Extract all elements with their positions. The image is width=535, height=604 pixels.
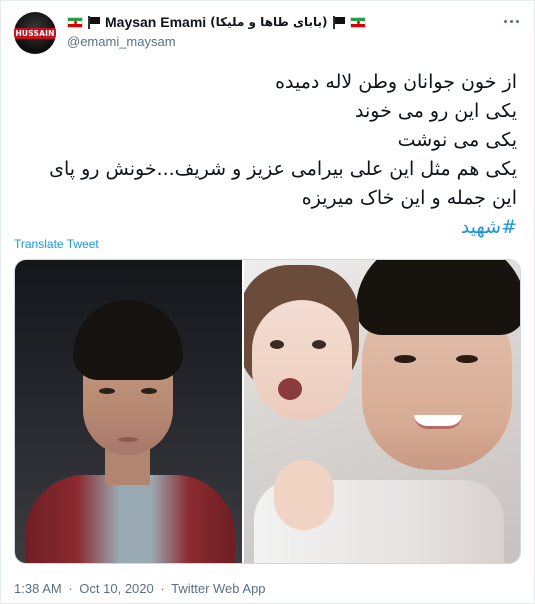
photo-eye xyxy=(141,388,157,394)
black-flag-icon xyxy=(87,15,101,29)
tweet-date[interactable]: Oct 10, 2020 xyxy=(79,581,153,596)
display-name-persian[interactable]: (بابای طاها و ملیکا) xyxy=(210,15,327,29)
author-name-row[interactable]: Maysan Emami (بابای طاها و ملیکا) xyxy=(67,14,366,30)
tweet-line: یکی می نوشت xyxy=(397,129,517,151)
tweet-timestamp: 1:38 AM · Oct 10, 2020 · Twitter Web App xyxy=(14,581,266,596)
photo-hand xyxy=(274,460,334,530)
photo-eye xyxy=(456,355,478,363)
iran-flag-icon xyxy=(67,16,83,28)
black-flag-icon xyxy=(332,15,346,29)
hashtag-link[interactable]: #شهید xyxy=(37,213,517,242)
photo-eye xyxy=(99,388,115,394)
display-name[interactable]: Maysan Emami xyxy=(105,14,206,30)
photo-smile xyxy=(414,415,462,429)
tweet-line: یکی هم مثل این علی بیرامی عزیز و شریف...… xyxy=(49,158,517,180)
tweet-line: از خون جوانان وطن لاله دمیده xyxy=(275,71,517,93)
photo-mouth xyxy=(118,437,138,442)
translate-tweet-link[interactable]: Translate Tweet xyxy=(14,237,99,251)
tweet-text: از خون جوانان وطن لاله دمیده یکی این رو … xyxy=(37,68,517,242)
avatar[interactable]: HUSSAIN xyxy=(14,12,56,54)
photo-hair xyxy=(356,260,520,335)
separator: · xyxy=(160,581,165,596)
avatar-label: HUSSAIN xyxy=(14,27,56,39)
tweet-line: یکی این رو می خوند xyxy=(355,100,517,122)
photo-eye xyxy=(270,340,284,349)
photo-mouth xyxy=(278,378,302,400)
photo-hair xyxy=(73,300,183,380)
photo-right[interactable] xyxy=(244,260,520,563)
photo-eye xyxy=(394,355,416,363)
separator: · xyxy=(68,581,73,596)
photo-eye xyxy=(312,340,326,349)
photo-left[interactable] xyxy=(15,260,244,563)
tweet-card: HUSSAIN Maysan Emami (بابای طاها و ملیکا… xyxy=(0,0,535,604)
photo-shirt xyxy=(25,475,235,563)
more-options-icon[interactable] xyxy=(502,13,520,29)
media-gallery xyxy=(14,259,521,564)
author-handle[interactable]: @emami_maysam xyxy=(67,34,176,49)
tweet-time[interactable]: 1:38 AM xyxy=(14,581,62,596)
iran-flag-icon xyxy=(349,16,366,28)
photo-face xyxy=(252,300,352,420)
tweet-source[interactable]: Twitter Web App xyxy=(171,581,265,596)
tweet-line: این جمله و این خاک میریزه xyxy=(301,187,517,209)
